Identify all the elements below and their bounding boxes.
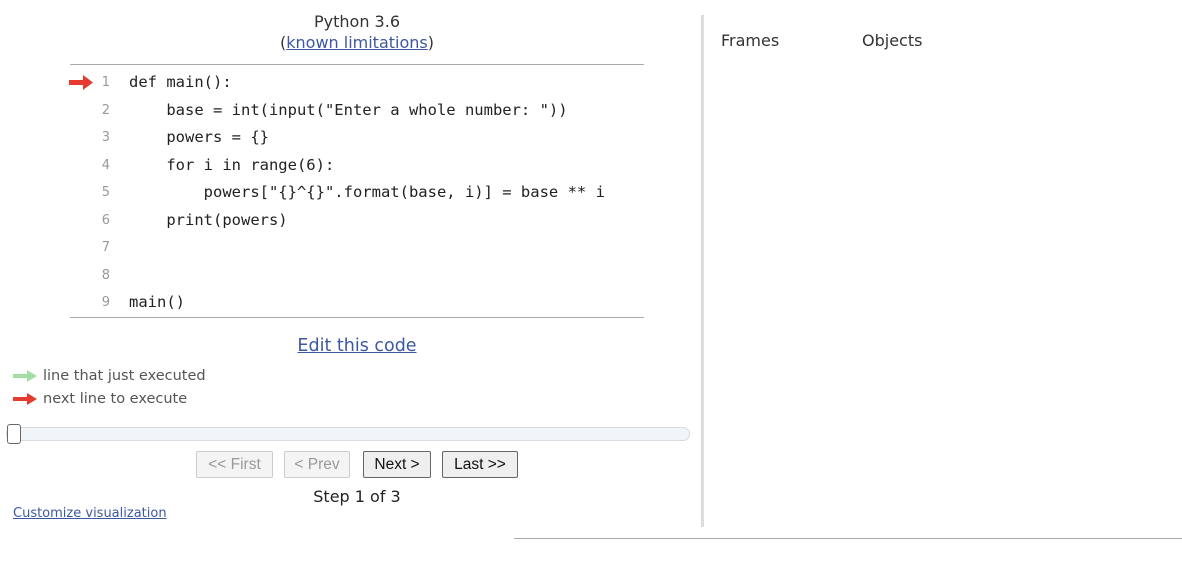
known-limitations-link[interactable]: known limitations: [286, 33, 428, 52]
legend-executed: line that just executed: [12, 366, 206, 386]
legend-executed-label: line that just executed: [43, 368, 206, 384]
first-button[interactable]: << First: [196, 451, 273, 478]
paren-close: ): [427, 33, 434, 52]
line-number: 7: [101, 240, 110, 255]
code-line-1: 1 def main():: [60, 69, 650, 97]
code-text: powers = {}: [129, 128, 269, 146]
line-number: 3: [101, 130, 110, 145]
legend-next: next line to execute: [12, 389, 187, 409]
code-line-5: 5 powers["{}^{}".format(base, i)] = base…: [60, 179, 650, 207]
code-line-8: 8: [60, 262, 650, 290]
code-text: for i in range(6):: [129, 155, 335, 174]
next-line-arrow-icon: [68, 69, 94, 97]
line-number: 9: [101, 295, 110, 310]
code-text: powers["{}^{}".format(base, i)] = base *…: [129, 183, 605, 201]
code-line-6: 6 print(powers): [60, 207, 650, 235]
step-counter: Step 1 of 3: [313, 487, 401, 506]
language-title: Python 3.6: [314, 12, 400, 31]
line-number: 4: [101, 157, 110, 173]
customize-container: Customize visualization: [13, 506, 167, 521]
last-button[interactable]: Last >>: [442, 451, 518, 478]
code-text: base = int(input("Enter a whole number: …: [129, 100, 568, 119]
panel-divider: [701, 15, 704, 527]
limitations-line: (known limitations): [0, 33, 714, 52]
execution-slider[interactable]: [6, 424, 690, 444]
next-line-arrow-icon: [13, 393, 37, 405]
edit-code-container: Edit this code: [0, 336, 714, 356]
code-line-2: 2 base = int(input("Enter a whole number…: [60, 97, 650, 125]
code-panel: 1 def main(): 2 base = int(input("Enter …: [60, 69, 650, 317]
code-bottom-divider: [70, 317, 644, 318]
bottom-divider: [514, 538, 1182, 539]
line-number: 5: [101, 185, 110, 200]
code-line-7: 7: [60, 234, 650, 262]
executed-line-arrow-icon: [13, 370, 37, 382]
frames-header: Frames: [721, 31, 780, 50]
edit-code-link[interactable]: Edit this code: [297, 336, 416, 356]
code-line-9: 9 main(): [60, 289, 650, 317]
line-number: 2: [101, 102, 110, 118]
line-number: 6: [101, 212, 110, 228]
next-button[interactable]: Next >: [363, 451, 431, 478]
code-text: def main():: [129, 73, 232, 91]
code-line-4: 4 for i in range(6):: [60, 152, 650, 180]
code-text: print(powers): [129, 210, 288, 229]
objects-header: Objects: [862, 31, 923, 50]
line-number: 8: [101, 267, 110, 283]
prev-button[interactable]: < Prev: [284, 451, 350, 478]
legend-next-label: next line to execute: [43, 391, 188, 407]
code-text: main(): [129, 293, 185, 311]
slider-handle[interactable]: [7, 424, 21, 444]
line-number: 1: [101, 75, 110, 90]
code-top-divider: [70, 64, 644, 65]
code-line-3: 3 powers = {}: [60, 124, 650, 152]
customize-visualization-link[interactable]: Customize visualization: [13, 506, 167, 521]
